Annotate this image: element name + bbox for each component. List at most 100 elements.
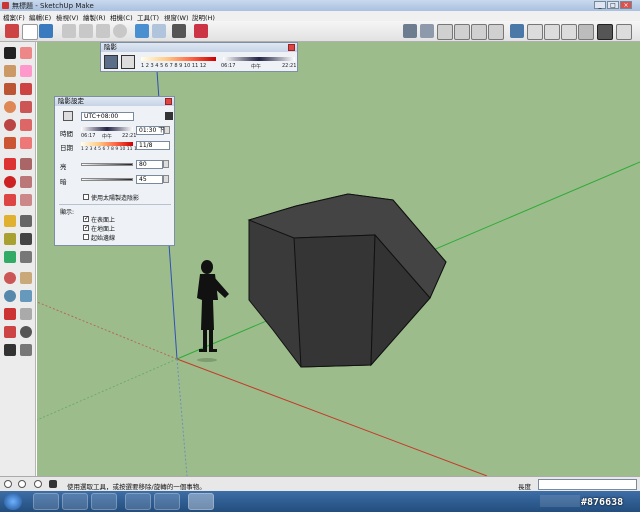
front-view-icon[interactable] — [437, 24, 453, 40]
getting-started-icon[interactable] — [5, 24, 19, 38]
print-icon[interactable] — [172, 24, 186, 38]
ie-taskbar-icon[interactable] — [33, 493, 59, 510]
paint-bucket-icon[interactable] — [4, 65, 16, 77]
copy-icon[interactable] — [79, 24, 93, 38]
pie-icon[interactable] — [4, 137, 16, 149]
erase-icon[interactable] — [113, 24, 127, 38]
folder-taskbar-icon[interactable] — [154, 493, 180, 510]
scale-icon[interactable] — [4, 194, 16, 206]
explorer-taskbar-icon[interactable] — [62, 493, 88, 510]
undo-icon[interactable] — [135, 24, 149, 38]
from-edges-checkbox[interactable] — [83, 234, 89, 240]
panel-expand-icon[interactable] — [165, 112, 173, 120]
wireframe-style-icon[interactable] — [527, 24, 543, 40]
shadow-settings-close-button[interactable] — [165, 98, 172, 105]
help-icon[interactable] — [34, 480, 42, 488]
media-player-taskbar-icon[interactable] — [91, 493, 117, 510]
text-icon[interactable] — [20, 233, 32, 245]
right-view-icon[interactable] — [454, 24, 470, 40]
hidden-line-style-icon[interactable] — [544, 24, 560, 40]
extruded-solid[interactable] — [247, 193, 447, 368]
zoom-extents-icon[interactable] — [4, 308, 16, 320]
light-slider[interactable] — [81, 163, 133, 166]
geo-location-icon[interactable] — [4, 480, 12, 488]
dimension-icon[interactable] — [20, 215, 32, 227]
close-button[interactable]: × — [620, 1, 632, 9]
time-spinner[interactable] — [164, 126, 170, 134]
time-slider-panel[interactable] — [81, 127, 133, 131]
shadow-settings-icon[interactable] — [104, 55, 118, 69]
chrome-taskbar-icon[interactable] — [125, 493, 151, 510]
start-orb-icon[interactable] — [4, 493, 22, 510]
instructor-icon[interactable] — [49, 480, 57, 488]
on-faces-checkbox[interactable]: ✓ — [83, 216, 89, 222]
monochrome-style-icon[interactable] — [597, 24, 613, 40]
shaded-texture-style-icon[interactable] — [578, 24, 594, 40]
arc-3pt-icon[interactable] — [20, 137, 32, 149]
time-slider[interactable] — [223, 57, 295, 61]
select-arrow-icon[interactable] — [4, 47, 16, 59]
follow-me-icon[interactable] — [20, 176, 32, 188]
sketchup-taskbar-icon[interactable] — [188, 493, 214, 510]
arc-icon[interactable] — [20, 101, 32, 113]
minimize-button[interactable]: _ — [594, 1, 606, 9]
dark-spinner[interactable] — [163, 175, 169, 183]
zoom-icon[interactable] — [4, 290, 16, 302]
measurements-input[interactable] — [538, 479, 637, 490]
model-info-icon[interactable] — [194, 24, 208, 38]
dark-slider[interactable] — [81, 178, 133, 181]
green-axis-dotted — [37, 358, 178, 421]
menu-bar: 檔案(F) 編輯(E) 檢視(V) 繪製(R) 相機(C) 工具(T) 視窗(W… — [0, 11, 640, 22]
make-component-icon[interactable] — [20, 47, 32, 59]
on-ground-checkbox[interactable]: ✓ — [83, 225, 89, 231]
protractor-icon[interactable] — [4, 233, 16, 245]
move-icon[interactable] — [4, 158, 16, 170]
left-view-icon[interactable] — [488, 24, 504, 40]
section-plane-icon[interactable] — [20, 344, 32, 356]
line-pencil-icon[interactable] — [20, 83, 32, 95]
look-around-icon[interactable] — [20, 326, 32, 338]
shadow-toolbar-close-button[interactable] — [288, 44, 295, 51]
rectangle-icon[interactable] — [4, 83, 16, 95]
eraser-icon[interactable] — [20, 65, 32, 77]
offset-icon[interactable] — [20, 194, 32, 206]
xray-style-icon[interactable] — [510, 24, 524, 38]
circle-icon[interactable] — [4, 101, 16, 113]
timezone-select[interactable]: UTC+08:00 — [81, 112, 134, 121]
freehand-icon[interactable] — [20, 119, 32, 131]
axes-icon[interactable] — [4, 251, 16, 263]
date-slider[interactable] — [81, 142, 133, 146]
iso-view-icon[interactable] — [403, 24, 417, 38]
zoom-window-icon[interactable] — [20, 290, 32, 302]
cut-icon[interactable] — [62, 24, 76, 38]
rotate-icon[interactable] — [4, 176, 16, 188]
push-pull-icon[interactable] — [20, 158, 32, 170]
light-input[interactable]: 80 — [136, 160, 163, 169]
save-icon[interactable] — [39, 24, 53, 38]
light-spinner[interactable] — [163, 160, 169, 168]
previous-view-icon[interactable] — [20, 308, 32, 320]
orbit-icon[interactable] — [4, 272, 16, 284]
time-input[interactable]: 01:30 下午 — [136, 126, 170, 135]
redo-icon[interactable] — [152, 24, 166, 38]
back-view-icon[interactable] — [471, 24, 487, 40]
new-file-icon[interactable] — [22, 24, 38, 40]
3d-text-icon[interactable] — [20, 251, 32, 263]
shaded-style-icon[interactable] — [561, 24, 577, 40]
tape-measure-icon[interactable] — [4, 215, 16, 227]
top-view-icon[interactable] — [420, 24, 434, 38]
sun-shading-checkbox[interactable] — [83, 194, 89, 200]
date-select[interactable]: 11/8 — [136, 141, 170, 150]
month-slider[interactable] — [141, 57, 216, 61]
paste-icon[interactable] — [96, 24, 110, 38]
dark-input[interactable]: 45 — [136, 175, 163, 184]
style-extra-icon[interactable] — [616, 24, 632, 40]
credits-icon[interactable] — [18, 480, 26, 488]
position-camera-icon[interactable] — [4, 326, 16, 338]
display-shadows-icon[interactable] — [121, 55, 135, 69]
polygon-icon[interactable] — [4, 119, 16, 131]
display-shadows-toggle-icon[interactable] — [63, 111, 73, 121]
maximize-button[interactable]: □ — [607, 1, 619, 9]
pan-hand-icon[interactable] — [20, 272, 32, 284]
walk-icon[interactable] — [4, 344, 16, 356]
